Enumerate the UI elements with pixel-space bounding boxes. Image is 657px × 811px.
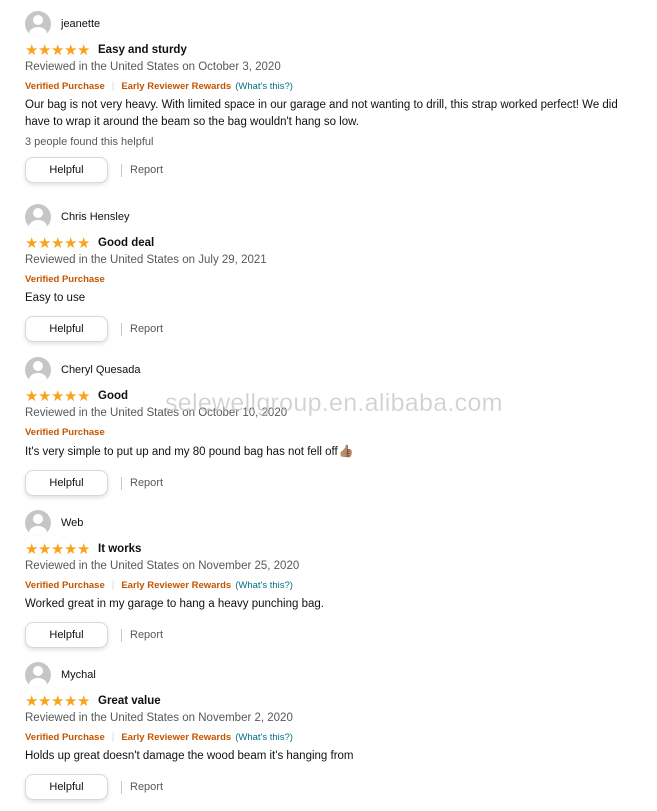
star-icon: ★ bbox=[77, 40, 91, 59]
star-icon: ★ bbox=[77, 233, 91, 252]
review-date: Reviewed in the United States on October… bbox=[25, 407, 288, 419]
reviewer-name: Mychal bbox=[61, 669, 96, 681]
review-body: It's very simple to put up and my 80 pou… bbox=[25, 443, 645, 461]
early-reviewer-badge: Early Reviewer Rewards bbox=[121, 80, 232, 92]
star-rating[interactable]: ★ ★ ★ ★ ★ bbox=[25, 386, 91, 405]
star-icon: ★ bbox=[51, 386, 65, 405]
reviewer-profile[interactable]: Mychal bbox=[25, 662, 645, 688]
star-icon: ★ bbox=[25, 539, 39, 558]
review-title[interactable]: Great value bbox=[98, 695, 161, 707]
avatar-icon bbox=[25, 11, 51, 37]
star-rating[interactable]: ★ ★ ★ ★ ★ bbox=[25, 691, 91, 710]
reviewer-profile[interactable]: jeanette bbox=[25, 11, 645, 37]
review-4: Web ★ ★ ★ ★ ★ It works Reviewed in the U… bbox=[25, 510, 645, 648]
thumbs-up-icon: 👍🏽 bbox=[338, 444, 354, 458]
review-date: Reviewed in the United States on October… bbox=[25, 61, 281, 73]
star-icon: ★ bbox=[64, 233, 78, 252]
review-body: Our bag is not very heavy. With limited … bbox=[25, 99, 618, 128]
verified-purchase-badge: Verified Purchase bbox=[25, 426, 105, 438]
review-body: Worked great in my garage to hang a heav… bbox=[25, 598, 324, 610]
star-icon: ★ bbox=[64, 539, 78, 558]
review-2: Chris Hensley ★ ★ ★ ★ ★ Good deal Review… bbox=[25, 204, 645, 342]
star-icon: ★ bbox=[25, 40, 39, 59]
star-icon: ★ bbox=[51, 539, 65, 558]
review-date: Reviewed in the United States on July 29… bbox=[25, 254, 267, 266]
helpful-count: 3 people found this helpful bbox=[25, 136, 154, 148]
verified-purchase-badge: Verified Purchase bbox=[25, 579, 105, 591]
review-date: Reviewed in the United States on Novembe… bbox=[25, 712, 293, 724]
star-icon: ★ bbox=[51, 691, 65, 710]
whats-this-link[interactable]: (What's this?) bbox=[235, 81, 293, 92]
report-link[interactable]: Report bbox=[130, 323, 163, 335]
star-rating[interactable]: ★ ★ ★ ★ ★ bbox=[25, 233, 91, 252]
star-icon: ★ bbox=[51, 40, 65, 59]
avatar-icon bbox=[25, 204, 51, 230]
review-title[interactable]: It works bbox=[98, 543, 141, 555]
review-title[interactable]: Good bbox=[98, 390, 128, 402]
star-icon: ★ bbox=[25, 386, 39, 405]
action-divider bbox=[121, 163, 122, 177]
verified-purchase-badge: Verified Purchase bbox=[25, 80, 105, 92]
report-link[interactable]: Report bbox=[130, 629, 163, 641]
star-icon: ★ bbox=[25, 233, 39, 252]
star-rating[interactable]: ★ ★ ★ ★ ★ bbox=[25, 40, 91, 59]
verified-purchase-badge: Verified Purchase bbox=[25, 273, 105, 285]
review-body: Holds up great doesn't damage the wood b… bbox=[25, 750, 354, 762]
star-icon: ★ bbox=[38, 691, 52, 710]
reviewer-profile[interactable]: Cheryl Quesada bbox=[25, 357, 645, 383]
star-icon: ★ bbox=[64, 691, 78, 710]
avatar-icon bbox=[25, 357, 51, 383]
badge-divider: | bbox=[111, 579, 115, 591]
star-icon: ★ bbox=[25, 691, 39, 710]
badge-divider: | bbox=[111, 731, 115, 743]
reviewer-name: Cheryl Quesada bbox=[61, 364, 141, 376]
avatar-icon bbox=[25, 662, 51, 688]
review-body-text: It's very simple to put up and my 80 pou… bbox=[25, 446, 338, 458]
reviewer-profile[interactable]: Web bbox=[25, 510, 645, 536]
reviewer-profile[interactable]: Chris Hensley bbox=[25, 204, 645, 230]
verified-purchase-badge: Verified Purchase bbox=[25, 731, 105, 743]
review-body: Easy to use bbox=[25, 292, 86, 304]
reviewer-name: Chris Hensley bbox=[61, 211, 130, 223]
review-3: Cheryl Quesada ★ ★ ★ ★ ★ Good Reviewed i… bbox=[25, 357, 645, 496]
star-icon: ★ bbox=[51, 233, 65, 252]
helpful-button[interactable]: Helpful bbox=[25, 316, 108, 342]
action-divider bbox=[121, 628, 122, 642]
action-divider bbox=[121, 322, 122, 336]
helpful-button[interactable]: Helpful bbox=[25, 157, 108, 183]
report-link[interactable]: Report bbox=[130, 781, 163, 793]
report-link[interactable]: Report bbox=[130, 477, 163, 489]
review-date: Reviewed in the United States on Novembe… bbox=[25, 560, 300, 572]
review-title[interactable]: Good deal bbox=[98, 237, 154, 249]
star-icon: ★ bbox=[77, 691, 91, 710]
review-5: Mychal ★ ★ ★ ★ ★ Great value Reviewed in… bbox=[25, 662, 645, 800]
review-title[interactable]: Easy and sturdy bbox=[98, 44, 187, 56]
helpful-button[interactable]: Helpful bbox=[25, 774, 108, 800]
early-reviewer-badge: Early Reviewer Rewards bbox=[121, 731, 232, 743]
star-icon: ★ bbox=[64, 40, 78, 59]
helpful-button[interactable]: Helpful bbox=[25, 470, 108, 496]
star-rating[interactable]: ★ ★ ★ ★ ★ bbox=[25, 539, 91, 558]
helpful-button[interactable]: Helpful bbox=[25, 622, 108, 648]
star-icon: ★ bbox=[77, 539, 91, 558]
action-divider bbox=[121, 780, 122, 794]
reviewer-name: Web bbox=[61, 517, 84, 529]
star-icon: ★ bbox=[38, 539, 52, 558]
report-link[interactable]: Report bbox=[130, 164, 163, 176]
whats-this-link[interactable]: (What's this?) bbox=[235, 580, 293, 591]
reviewer-name: jeanette bbox=[61, 18, 101, 30]
badge-divider: | bbox=[111, 80, 115, 92]
early-reviewer-badge: Early Reviewer Rewards bbox=[121, 579, 232, 591]
avatar-icon bbox=[25, 510, 51, 536]
star-icon: ★ bbox=[38, 233, 52, 252]
star-icon: ★ bbox=[77, 386, 91, 405]
star-icon: ★ bbox=[38, 40, 52, 59]
review-1: jeanette ★ ★ ★ ★ ★ Easy and sturdy Revie… bbox=[25, 11, 645, 183]
star-icon: ★ bbox=[64, 386, 78, 405]
star-icon: ★ bbox=[38, 386, 52, 405]
action-divider bbox=[121, 476, 122, 490]
whats-this-link[interactable]: (What's this?) bbox=[235, 732, 293, 743]
